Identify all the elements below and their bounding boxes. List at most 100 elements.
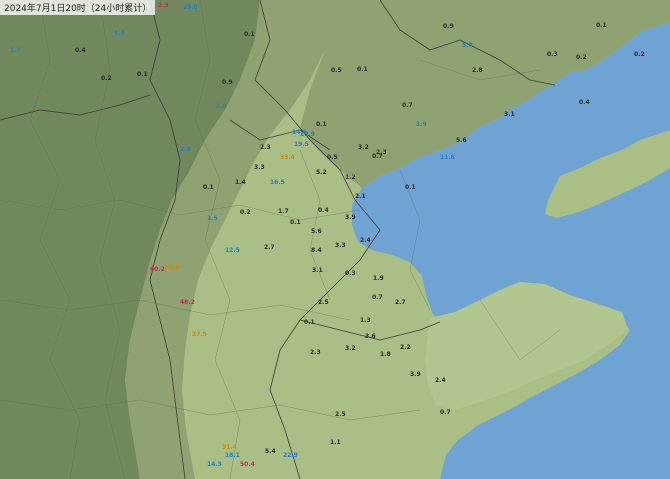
station-marker[interactable]: 0.7 bbox=[402, 103, 413, 109]
station-precip-value: 0.1 bbox=[304, 319, 315, 326]
station-precip-value: 2.5 bbox=[335, 411, 346, 418]
station-marker[interactable]: 19.5 bbox=[294, 142, 309, 148]
station-precip-value: 2.7 bbox=[395, 299, 406, 306]
station-precip-value: 2.5 bbox=[318, 299, 329, 306]
station-marker[interactable]: 37.0 bbox=[165, 265, 180, 271]
station-precip-value: 0.2 bbox=[240, 209, 251, 216]
station-marker[interactable]: 1.7 bbox=[10, 48, 21, 54]
station-marker[interactable]: 0.7 bbox=[372, 295, 383, 301]
station-marker[interactable]: 1.2 bbox=[345, 175, 356, 181]
station-marker[interactable]: 1.5 bbox=[207, 216, 218, 222]
station-marker[interactable]: 0.1 bbox=[357, 67, 368, 73]
station-marker[interactable]: 31.4 bbox=[222, 445, 237, 451]
station-marker[interactable]: 0.1 bbox=[244, 32, 255, 38]
station-marker[interactable]: 5.4 bbox=[265, 449, 276, 455]
station-marker[interactable]: 2.5 bbox=[318, 300, 329, 306]
station-marker[interactable]: 2.3 bbox=[310, 350, 321, 356]
station-marker[interactable]: 3.1 bbox=[504, 112, 515, 118]
station-marker[interactable]: 27.5 bbox=[192, 332, 207, 338]
station-marker[interactable]: 5.6 bbox=[311, 229, 322, 235]
station-marker[interactable]: 1.8 bbox=[114, 31, 125, 37]
station-precip-value: 0.1 bbox=[244, 31, 255, 38]
station-precip-value: 2.8 bbox=[472, 67, 483, 74]
station-marker[interactable]: 2.2 bbox=[400, 345, 411, 351]
station-precip-value: 12.5 bbox=[225, 247, 240, 254]
station-marker[interactable]: 0.1 bbox=[596, 23, 607, 29]
station-marker[interactable]: 3.3 bbox=[254, 165, 265, 171]
station-marker[interactable]: 2.8 bbox=[472, 68, 483, 74]
station-marker[interactable]: 33.4 bbox=[280, 155, 295, 161]
station-marker[interactable]: 18.1 bbox=[225, 453, 240, 459]
station-marker[interactable]: 0.1 bbox=[290, 220, 301, 226]
station-marker[interactable]: 12.5 bbox=[225, 248, 240, 254]
station-marker[interactable]: 0.5 bbox=[327, 155, 338, 161]
station-marker[interactable]: 60.2 bbox=[150, 267, 165, 273]
station-marker[interactable]: 0.4 bbox=[318, 208, 329, 214]
station-marker[interactable]: 0.9 bbox=[222, 80, 233, 86]
station-marker[interactable]: 1.9 bbox=[373, 276, 384, 282]
station-marker[interactable]: 0.3 bbox=[547, 52, 558, 58]
station-precip-value: 1.5 bbox=[207, 215, 218, 222]
station-marker[interactable]: 3.9 bbox=[416, 122, 427, 128]
precipitation-map[interactable]: 2024年7月1日20时（24小时累计） 29.0 2.3 0.1 1.8 0.4 0.2… bbox=[0, 0, 670, 479]
station-marker[interactable]: 2.4 bbox=[360, 238, 371, 244]
station-marker[interactable]: 11.6 bbox=[440, 155, 455, 161]
station-marker[interactable]: 2.4 bbox=[435, 378, 446, 384]
station-marker[interactable]: 29.0 bbox=[183, 5, 198, 11]
station-marker[interactable]: 2.3 bbox=[260, 145, 271, 151]
station-marker[interactable]: 0.1 bbox=[304, 320, 315, 326]
station-marker[interactable]: 2.3 bbox=[158, 3, 169, 9]
station-marker[interactable]: 1.7 bbox=[278, 209, 289, 215]
station-marker[interactable]: 0.4 bbox=[579, 100, 590, 106]
station-marker[interactable]: 22.9 bbox=[283, 453, 298, 459]
station-marker[interactable]: 0.1 bbox=[203, 185, 214, 191]
station-marker[interactable]: 5.2 bbox=[316, 170, 327, 176]
station-marker[interactable]: 3.8 bbox=[216, 104, 227, 110]
station-marker[interactable]: 0.4 bbox=[75, 48, 86, 54]
station-marker[interactable]: 16.5 bbox=[270, 180, 285, 186]
station-precip-value: 1.3 bbox=[360, 317, 371, 324]
station-marker[interactable]: 1.1 bbox=[330, 440, 341, 446]
station-marker[interactable]: 48.2 bbox=[180, 300, 195, 306]
station-marker[interactable]: 3.9 bbox=[345, 215, 356, 221]
station-marker[interactable]: 0.2 bbox=[576, 55, 587, 61]
station-marker[interactable]: 0.9 bbox=[443, 24, 454, 30]
station-marker[interactable]: 0.1 bbox=[316, 122, 327, 128]
station-marker[interactable]: 3.3 bbox=[335, 243, 346, 249]
station-marker[interactable]: 0.5 bbox=[331, 68, 342, 74]
station-marker[interactable]: 0.3 bbox=[345, 271, 356, 277]
station-marker[interactable]: 3.2 bbox=[345, 346, 356, 352]
station-marker[interactable]: 2.7 bbox=[264, 245, 275, 251]
station-marker[interactable]: 3.1 bbox=[312, 268, 323, 274]
station-marker[interactable]: 1.3 bbox=[360, 318, 371, 324]
station-marker[interactable]: 0.1 bbox=[405, 185, 416, 191]
station-marker[interactable]: 3.6 bbox=[365, 334, 376, 340]
station-marker[interactable]: 1.4 bbox=[235, 180, 246, 186]
station-precip-value: 0.1 bbox=[137, 71, 148, 78]
station-marker[interactable]: 0.2 bbox=[634, 52, 645, 58]
station-marker[interactable]: 50.4 bbox=[240, 462, 255, 468]
station-precip-value: 3.9 bbox=[345, 214, 356, 221]
station-marker[interactable]: 0.1 bbox=[137, 72, 148, 78]
station-marker[interactable]: 3.9 bbox=[410, 372, 421, 378]
station-marker[interactable]: 14.6 bbox=[292, 130, 307, 136]
station-marker[interactable]: 3.2 bbox=[358, 145, 369, 151]
station-marker[interactable]: 8.4 bbox=[311, 248, 322, 254]
station-precip-value: 3.3 bbox=[335, 242, 346, 249]
station-precip-value: 5.0 bbox=[462, 42, 473, 49]
station-marker[interactable]: 5.6 bbox=[456, 138, 467, 144]
station-marker[interactable]: 2.3 bbox=[376, 150, 387, 156]
station-marker[interactable]: 0.7 bbox=[440, 410, 451, 416]
station-precip-value: 0.1 bbox=[203, 184, 214, 191]
station-marker[interactable]: 0.2 bbox=[101, 76, 112, 82]
station-marker[interactable]: 2.5 bbox=[335, 412, 346, 418]
station-marker[interactable]: 14.3 bbox=[207, 462, 222, 468]
station-marker[interactable]: 2.3 bbox=[180, 147, 191, 153]
station-marker[interactable]: 0.2 bbox=[240, 210, 251, 216]
station-marker[interactable]: 2.1 bbox=[355, 194, 366, 200]
station-marker[interactable]: 2.7 bbox=[395, 300, 406, 306]
station-marker[interactable]: 5.0 bbox=[462, 43, 473, 49]
station-precip-value: 0.1 bbox=[596, 22, 607, 29]
station-marker[interactable]: 1.8 bbox=[380, 352, 391, 358]
station-precip-value: 0.9 bbox=[222, 79, 233, 86]
